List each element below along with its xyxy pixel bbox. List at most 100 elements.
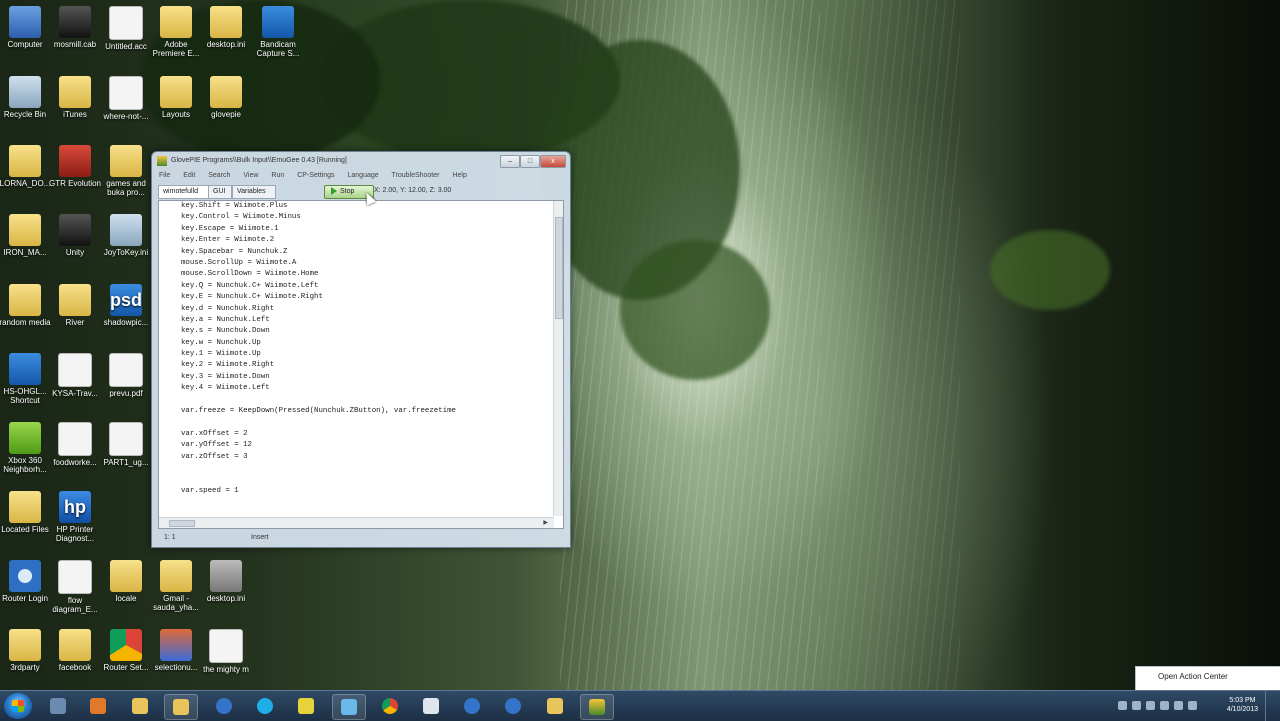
pdf-file-icon: [109, 353, 143, 387]
document-icon: [160, 560, 192, 592]
desktop-icon[interactable]: IRON_MA...: [0, 214, 53, 257]
action-center-tooltip[interactable]: Open Action Center: [1135, 666, 1280, 692]
desktop-icon[interactable]: desktop.ini: [198, 6, 254, 49]
menu-view[interactable]: View: [243, 172, 258, 179]
desktop-icon-label: prevu.pdf: [109, 389, 143, 398]
volume-icon[interactable]: [1160, 701, 1169, 710]
window-titlebar[interactable]: GlovePIE Programs\\Bulk Input\\EmuGee 0.…: [152, 152, 570, 170]
taskbar-item[interactable]: [332, 694, 366, 720]
glovepie-app-icon: [157, 156, 167, 166]
minimize-button[interactable]: –: [500, 155, 520, 168]
menu-cp-settings[interactable]: CP-Settings: [297, 172, 334, 179]
vertical-scrollbar[interactable]: [553, 201, 563, 516]
desktop-icon[interactable]: Router Login: [0, 560, 53, 603]
desktop-icon[interactable]: River: [47, 284, 103, 327]
menu-language[interactable]: Language: [348, 172, 379, 179]
taskbar-item[interactable]: [290, 694, 322, 718]
desktop-icon[interactable]: iTunes: [47, 76, 103, 119]
desktop-icon[interactable]: selectionu...: [148, 629, 204, 672]
desktop-icon[interactable]: mosmill.cab: [47, 6, 103, 49]
clock[interactable]: 5:03 PM 4/10/2013: [1227, 696, 1258, 714]
code-area[interactable]: key.Shift = Wiimote.Plus key.Control = Wi…: [181, 201, 551, 497]
desktop-icon[interactable]: desktop.ini: [198, 560, 254, 603]
desktop-icon[interactable]: 3rdparty: [0, 629, 53, 672]
desktop-icon[interactable]: where-not-...: [98, 76, 154, 121]
taskbar-item[interactable]: [249, 694, 281, 718]
desktop-icon-label: Gmail - sauda_yha...: [153, 594, 199, 612]
wallpaper-foliage: [990, 230, 1110, 310]
scrollbar-thumb[interactable]: [169, 520, 195, 527]
desktop-icon[interactable]: Recycle Bin: [0, 76, 53, 119]
taskbar-item[interactable]: [580, 694, 614, 720]
desktop-icon[interactable]: HS-OHGL... Shortcut: [0, 353, 53, 405]
taskbar-item[interactable]: [539, 694, 571, 718]
desktop-icon[interactable]: facebook: [47, 629, 103, 672]
desktop-icon-label: Adobe Premiere E...: [152, 40, 200, 58]
windows-logo-icon: [12, 700, 24, 712]
capture-app-icon: [464, 698, 480, 714]
network-icon[interactable]: [1132, 701, 1141, 710]
desktop-icon[interactable]: Gmail - sauda_yha...: [148, 560, 204, 612]
code-line: key.1 = Wiimote.Up: [181, 350, 261, 359]
taskbar-item[interactable]: [124, 694, 156, 718]
desktop-icon[interactable]: the mighty m: [198, 629, 254, 674]
desktop-icon[interactable]: games and buka pro...: [98, 145, 154, 197]
desktop-icon[interactable]: KYSA-Trav...: [47, 353, 103, 398]
desktop-icon-label: HS-OHGL... Shortcut: [3, 387, 47, 405]
show-desktop-button[interactable]: [1265, 691, 1280, 721]
taskbar-item[interactable]: [456, 694, 488, 718]
desktop-icon[interactable]: Located Files: [0, 491, 53, 534]
taskbar-item[interactable]: [42, 694, 74, 718]
desktop-icon[interactable]: Computer: [0, 6, 53, 49]
script-editor[interactable]: key.Shift = Wiimote.Plus key.Control = Wi…: [158, 200, 564, 529]
horizontal-scrollbar[interactable]: ▶: [159, 517, 554, 528]
desktop-icon[interactable]: glovepie: [198, 76, 254, 119]
flag-icon[interactable]: [1146, 701, 1155, 710]
scroll-right-arrow-icon[interactable]: ▶: [543, 518, 548, 528]
menu-troubleshooter[interactable]: TroubleShooter: [391, 172, 439, 179]
glovepie-window[interactable]: GlovePIE Programs\\Bulk Input\\EmuGee 0.…: [151, 151, 571, 548]
taskbar-item[interactable]: [82, 694, 114, 718]
menu-edit[interactable]: Edit: [183, 172, 195, 179]
desktop-icon[interactable]: Bandicam Capture S...: [250, 6, 306, 58]
desktop-icon[interactable]: psd shadowpic...: [98, 284, 154, 327]
desktop-icon[interactable]: locale: [98, 560, 154, 603]
maximize-button[interactable]: □: [520, 155, 540, 168]
taskbar-item[interactable]: [415, 694, 447, 718]
desktop-icon[interactable]: JoyToKey.ini: [98, 214, 154, 257]
wifi-icon[interactable]: [1188, 701, 1197, 710]
desktop-icon[interactable]: GTR Evolution: [47, 145, 103, 188]
desktop-icon[interactable]: Unity: [47, 214, 103, 257]
taskbar-item[interactable]: [374, 694, 406, 718]
start-button[interactable]: [4, 693, 32, 719]
menu-search[interactable]: Search: [208, 172, 230, 179]
desktop-icon[interactable]: Untitled.acc: [98, 6, 154, 51]
desktop-icon[interactable]: foodworke...: [47, 422, 103, 467]
scrollbar-thumb[interactable]: [555, 217, 563, 319]
close-button[interactable]: x: [540, 155, 566, 168]
desktop-icon[interactable]: LORNA_DO...: [0, 145, 53, 188]
desktop-icon[interactable]: hp HP Printer Diagnost...: [47, 491, 103, 543]
menu-help[interactable]: Help: [452, 172, 466, 179]
tray-arrow-icon[interactable]: [1118, 701, 1127, 710]
tab-variables[interactable]: Variables: [232, 185, 276, 199]
taskbar-item[interactable]: [497, 694, 529, 718]
tab-gui[interactable]: GUI: [208, 185, 232, 199]
desktop-icon[interactable]: prevu.pdf: [98, 353, 154, 398]
desktop-icon[interactable]: Router Set...: [98, 629, 154, 672]
desktop-icon[interactable]: Adobe Premiere E...: [148, 6, 204, 58]
folder-icon: [209, 629, 243, 663]
tab-script[interactable]: wimotefulld: [158, 185, 212, 199]
menu-run[interactable]: Run: [271, 172, 284, 179]
menu-file[interactable]: File: [159, 172, 170, 179]
desktop-icon[interactable]: random media: [0, 284, 53, 327]
power-icon[interactable]: [1174, 701, 1183, 710]
desktop-icon[interactable]: flow diagram_E...: [47, 560, 103, 614]
desktop-icon[interactable]: Layouts: [148, 76, 204, 119]
taskbar-item[interactable]: [208, 694, 240, 718]
desktop-icon[interactable]: PART1_ug...: [98, 422, 154, 467]
taskbar-item[interactable]: [164, 694, 198, 720]
desktop-icon[interactable]: Xbox 360 Neighborh...: [0, 422, 53, 474]
